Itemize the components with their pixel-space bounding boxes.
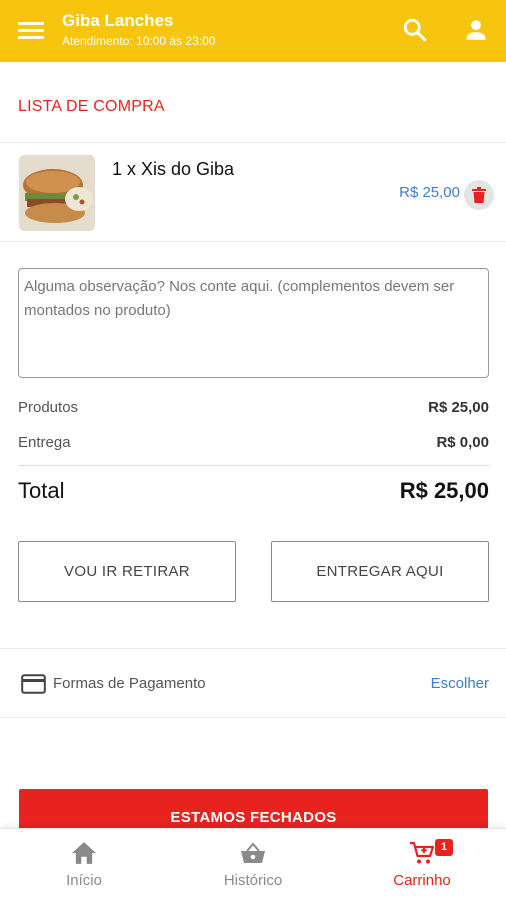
observation-field[interactable] bbox=[18, 268, 489, 378]
trash-icon bbox=[472, 187, 486, 203]
item-price: R$ 25,00 bbox=[399, 184, 460, 201]
products-label: Produtos bbox=[18, 399, 79, 416]
nav-cart[interactable]: Carrinho bbox=[338, 829, 506, 900]
product-image bbox=[19, 155, 95, 231]
nav-home-label: Início bbox=[66, 872, 102, 889]
credit-card-icon bbox=[21, 674, 46, 694]
delivery-row: Entrega R$ 0,00 bbox=[18, 434, 489, 451]
item-name: 1 x Xis do Giba bbox=[112, 159, 235, 179]
choose-payment-link[interactable]: Escolher bbox=[431, 675, 489, 692]
menu-icon[interactable] bbox=[18, 19, 44, 43]
store-name: Giba Lanches bbox=[62, 11, 174, 30]
products-row: Produtos R$ 25,00 bbox=[18, 399, 489, 416]
cart-item: 1 x Xis do Giba R$ 25,00 bbox=[0, 142, 506, 242]
deliver-here-button[interactable]: ENTREGAR AQUI bbox=[271, 541, 489, 602]
nav-home[interactable]: Início bbox=[0, 829, 168, 900]
delivery-value: R$ 0,00 bbox=[436, 434, 489, 451]
basket-icon bbox=[241, 842, 265, 863]
total-row: Total R$ 25,00 bbox=[18, 478, 489, 504]
payment-methods-row: Formas de Pagamento Escolher bbox=[0, 648, 506, 718]
app-bar: Giba Lanches Atendimento: 10:00 às 23:00 bbox=[0, 0, 506, 62]
total-label: Total bbox=[18, 478, 65, 503]
nav-history-label: Histórico bbox=[223, 872, 283, 889]
summary-divider bbox=[18, 465, 489, 466]
app-bar-titles: Giba Lanches Atendimento: 10:00 às 23:00 bbox=[62, 11, 215, 49]
user-icon[interactable] bbox=[463, 17, 489, 43]
home-icon bbox=[72, 842, 96, 864]
total-value: R$ 25,00 bbox=[399, 478, 489, 503]
nav-history[interactable]: Histórico bbox=[169, 829, 337, 900]
nav-cart-label: Carrinho bbox=[393, 872, 451, 889]
shopping-list-title: LISTA DE COMPRA bbox=[18, 98, 165, 115]
bottom-navigation: Início Histórico Carrinho 1 bbox=[0, 828, 506, 900]
opening-hours: Atendimento: 10:00 às 23:00 bbox=[62, 34, 216, 48]
search-icon[interactable] bbox=[402, 17, 428, 43]
cart-count-badge: 1 bbox=[435, 839, 453, 856]
pickup-button[interactable]: VOU IR RETIRAR bbox=[18, 541, 236, 602]
delete-item-button[interactable] bbox=[464, 180, 494, 210]
payment-methods-label: Formas de Pagamento bbox=[53, 675, 206, 692]
cart-icon bbox=[410, 841, 435, 864]
delivery-label: Entrega bbox=[18, 434, 71, 451]
products-value: R$ 25,00 bbox=[428, 399, 489, 416]
